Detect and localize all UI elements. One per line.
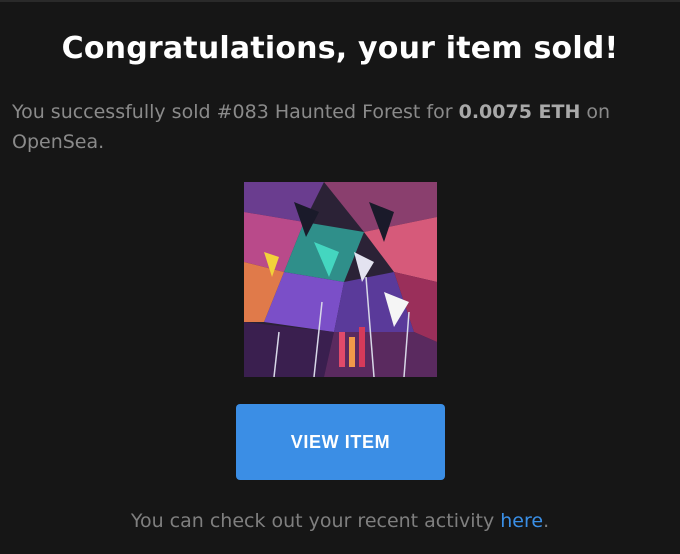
footer-prefix: You can check out your recent activity (130, 510, 501, 532)
recent-activity-link[interactable]: here (500, 510, 543, 532)
footer-suffix: . (543, 510, 550, 532)
message-middle: for (420, 101, 459, 123)
recent-activity-text: You can check out your recent activity h… (0, 506, 680, 536)
view-item-button[interactable]: VIEW ITEM (236, 404, 445, 480)
sale-message: You successfully sold #083 Haunted Fores… (12, 97, 662, 157)
nft-artwork-image (244, 182, 437, 377)
message-prefix: You successfully sold (12, 101, 217, 123)
top-divider (0, 0, 680, 2)
item-name: #083 Haunted Forest (216, 101, 421, 123)
page-title: Congratulations, your item sold! (61, 31, 619, 66)
sale-amount: 0.0075 ETH (458, 101, 581, 123)
